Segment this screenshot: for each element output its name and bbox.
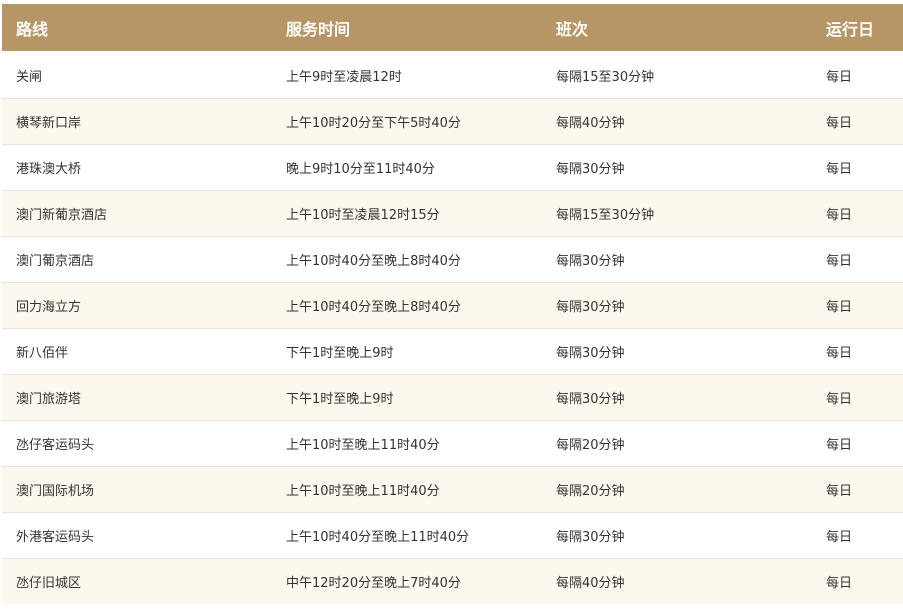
cell-frequency: 每隔20分钟: [542, 419, 812, 466]
cell-operating-days: 每日: [812, 281, 903, 328]
table-row: 关闸 上午9时至凌晨12时 每隔15至30分钟 每日: [2, 52, 903, 98]
cell-route: 氹仔客运码头: [2, 419, 272, 466]
cell-operating-days: 每日: [812, 327, 903, 374]
cell-service-time: 上午10时40分至晚上8时40分: [272, 281, 542, 328]
cell-operating-days: 每日: [812, 189, 903, 236]
cell-operating-days: 每日: [812, 511, 903, 558]
cell-frequency: 每隔30分钟: [542, 327, 812, 374]
cell-route: 外港客运码头: [2, 511, 272, 558]
cell-operating-days: 每日: [812, 465, 903, 512]
cell-operating-days: 每日: [812, 419, 903, 466]
cell-operating-days: 每日: [812, 235, 903, 282]
cell-service-time: 中午12时20分至晚上7时40分: [272, 557, 542, 604]
column-header-frequency: 班次: [542, 4, 812, 53]
cell-service-time: 上午9时至凌晨12时: [286, 69, 402, 85]
cell-route: 澳门国际机场: [2, 465, 272, 512]
cell-service-time: 下午1时至晚上9时: [272, 373, 542, 420]
cell-route: 氹仔旧城区: [2, 557, 272, 604]
table-row: 外港客运码头 上午10时40分至晚上11时40分 每隔30分钟 每日: [2, 511, 903, 558]
cell-route: 澳门葡京酒店: [2, 235, 272, 282]
cell-operating-days: 每日: [812, 97, 903, 144]
cell-service-time: 上午10时40分至晚上11时40分: [272, 511, 542, 558]
table-row: 氹仔旧城区 中午12时20分至晚上7时40分 每隔40分钟 每日: [2, 557, 903, 604]
cell-frequency: 每隔20分钟: [542, 465, 812, 512]
column-header-operating-days: 运行日: [812, 4, 903, 53]
cell-service-time: 上午10时40分至晚上8时40分: [272, 235, 542, 282]
cell-frequency: 每隔30分钟: [542, 281, 812, 328]
cell-operating-days: 每日: [812, 373, 903, 420]
cell-route: 关闸: [16, 69, 43, 85]
cell-route: 新八佰伴: [2, 327, 272, 374]
cell-route: 回力海立方: [2, 281, 272, 328]
cell-service-time: 晚上9时10分至11时40分: [272, 143, 542, 190]
cell-service-time: 上午10时至晚上11时40分: [272, 419, 542, 466]
cell-frequency: 每隔30分钟: [542, 511, 812, 558]
table-body: 关闸 上午9时至凌晨12时 每隔15至30分钟 每日 横琴新口岸 上午10时20…: [2, 52, 903, 604]
cell-frequency: 每隔40分钟: [542, 557, 812, 604]
column-header-service-time: 服务时间: [272, 4, 542, 53]
table-row: 澳门新葡京酒店 上午10时至凌晨12时15分 每隔15至30分钟 每日: [2, 189, 903, 236]
table-row: 氹仔客运码头 上午10时至晚上11时40分 每隔20分钟 每日: [2, 419, 903, 466]
cell-frequency: 每隔15至30分钟: [556, 69, 655, 85]
table-row: 澳门葡京酒店 上午10时40分至晚上8时40分 每隔30分钟 每日: [2, 235, 903, 282]
table-row: 澳门旅游塔 下午1时至晚上9时 每隔30分钟 每日: [2, 373, 903, 420]
cell-service-time: 上午10时至晚上11时40分: [272, 465, 542, 512]
cell-route: 横琴新口岸: [2, 97, 272, 144]
shuttle-schedule-table: 路线 服务时间 班次 运行日 关闸 上午9时至凌晨12时 每隔15至30分钟 每…: [2, 4, 903, 604]
table-row: 新八佰伴 下午1时至晚上9时 每隔30分钟 每日: [2, 327, 903, 374]
header-row: 路线 服务时间 班次 运行日: [2, 4, 903, 53]
table-row: 回力海立方 上午10时40分至晚上8时40分 每隔30分钟 每日: [2, 281, 903, 328]
cell-route: 澳门旅游塔: [2, 373, 272, 420]
cell-frequency: 每隔30分钟: [542, 143, 812, 190]
table-header: 路线 服务时间 班次 运行日: [2, 4, 903, 53]
cell-frequency: 每隔30分钟: [542, 373, 812, 420]
cell-frequency: 每隔40分钟: [542, 97, 812, 144]
cell-frequency: 每隔15至30分钟: [542, 189, 812, 236]
table-row: 港珠澳大桥 晚上9时10分至11时40分 每隔30分钟 每日: [2, 143, 903, 190]
cell-route: 澳门新葡京酒店: [2, 189, 272, 236]
cell-operating-days: 每日: [812, 143, 903, 190]
cell-operating-days: 每日: [812, 557, 903, 604]
column-header-route: 路线: [2, 4, 272, 53]
cell-frequency: 每隔30分钟: [542, 235, 812, 282]
cell-service-time: 上午10时至凌晨12时15分: [272, 189, 542, 236]
cell-service-time: 上午10时20分至下午5时40分: [272, 97, 542, 144]
table-row: 横琴新口岸 上午10时20分至下午5时40分 每隔40分钟 每日: [2, 97, 903, 144]
shuttle-schedule-table-container: 路线 服务时间 班次 运行日 关闸 上午9时至凌晨12时 每隔15至30分钟 每…: [2, 4, 903, 604]
cell-route: 港珠澳大桥: [2, 143, 272, 190]
cell-service-time: 下午1时至晚上9时: [272, 327, 542, 374]
cell-operating-days: 每日: [826, 69, 853, 85]
table-row: 澳门国际机场 上午10时至晚上11时40分 每隔20分钟 每日: [2, 465, 903, 512]
